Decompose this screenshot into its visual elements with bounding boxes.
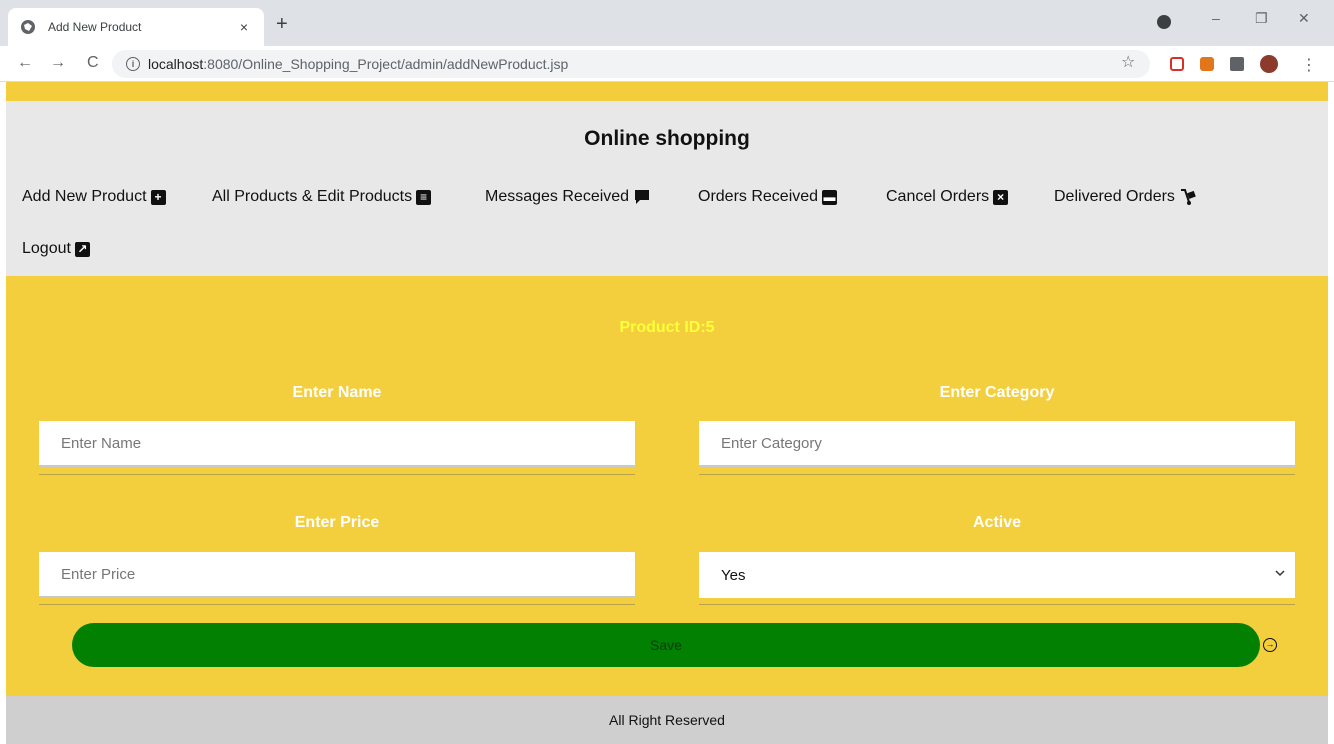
category-label: Enter Category — [939, 384, 1055, 401]
nav-label: Add New Product — [22, 188, 147, 205]
active-underline — [699, 604, 1295, 605]
footer-text: All Right Reserved — [609, 712, 725, 728]
site-header: Online shopping Add New Product + All Pr… — [6, 101, 1328, 276]
dolly-icon — [1179, 188, 1199, 206]
close-square-icon: × — [993, 189, 1009, 205]
comment-icon — [633, 189, 651, 205]
category-underline — [699, 474, 1295, 475]
name-input[interactable] — [39, 421, 635, 467]
nav-label: Cancel Orders — [886, 188, 990, 205]
browser-menu-icon[interactable]: ⋮ — [1301, 55, 1317, 75]
active-label: Active — [972, 514, 1022, 531]
nav-add-new-product[interactable]: Add New Product + — [22, 188, 166, 206]
product-id: Product ID:5 — [619, 319, 715, 336]
active-select[interactable]: Yes — [699, 552, 1295, 598]
list-icon: ≡ — [416, 189, 432, 205]
extensions-puzzle-icon[interactable] — [1230, 57, 1244, 71]
site-title: Online shopping — [584, 127, 750, 150]
nav-cancel-orders[interactable]: Cancel Orders × — [886, 188, 1009, 206]
window-close-icon[interactable]: ✕ — [1298, 10, 1310, 27]
tab-close-icon[interactable]: × — [236, 19, 252, 35]
back-icon[interactable]: ← — [17, 54, 33, 72]
browser-tab-bar: Add New Product × + – ❐ ✕ — [0, 0, 1334, 46]
category-input[interactable] — [699, 421, 1295, 467]
plus-square-icon: + — [150, 189, 166, 205]
footer: All Right Reserved — [6, 696, 1328, 744]
nav-delivered-orders[interactable]: Delivered Orders — [1054, 188, 1199, 206]
save-button[interactable]: Save — [72, 623, 1260, 667]
add-product-form: Product ID:5 Enter Name Enter Category E… — [6, 276, 1328, 696]
tab-title: Add New Product — [48, 20, 142, 34]
price-label: Enter Price — [294, 514, 380, 531]
nav-label: Orders Received — [698, 188, 819, 205]
restore-icon[interactable]: ❐ — [1255, 10, 1268, 27]
name-underline — [39, 474, 635, 475]
pocket-extension-icon[interactable] — [1170, 57, 1184, 71]
bookmark-star-icon[interactable]: ☆ — [1121, 52, 1135, 72]
page: Online shopping Add New Product + All Pr… — [6, 82, 1328, 744]
browser-tab[interactable]: Add New Product × — [8, 8, 264, 46]
archive-icon: ▬ — [822, 189, 838, 205]
nav-label: Delivered Orders — [1054, 188, 1175, 205]
nav-messages-received[interactable]: Messages Received — [485, 188, 651, 206]
price-underline — [39, 604, 635, 605]
active-select-value: Yes — [721, 566, 746, 584]
reload-icon[interactable]: C — [87, 54, 99, 72]
globe-icon — [20, 19, 36, 35]
arrow-circle-right-icon: → — [1263, 638, 1277, 652]
minimize-icon[interactable]: – — [1212, 10, 1220, 26]
chevron-down-icon — [1275, 566, 1285, 580]
url-path: :8080/Online_Shopping_Project/admin/addN… — [203, 56, 569, 72]
info-icon[interactable]: i — [126, 57, 140, 71]
share-square-icon: ↗ — [74, 241, 90, 257]
nav-label: Logout — [22, 240, 71, 257]
url-field[interactable]: i localhost :8080/Online_Shopping_Projec… — [112, 50, 1150, 78]
metamask-extension-icon[interactable] — [1200, 57, 1214, 71]
nav-logout[interactable]: Logout ↗ — [22, 240, 90, 258]
price-input[interactable] — [39, 552, 635, 598]
nav-label: All Products & Edit Products — [212, 188, 413, 205]
nav-label: Messages Received — [485, 188, 630, 205]
address-bar-row: ← → C i localhost :8080/Online_Shopping_… — [0, 46, 1334, 82]
url-host: localhost — [148, 56, 204, 72]
new-tab-icon[interactable]: + — [276, 14, 288, 34]
nav-orders-received[interactable]: Orders Received ▬ — [698, 188, 838, 206]
nav-all-products[interactable]: All Products & Edit Products ≡ — [212, 188, 432, 206]
name-label: Enter Name — [292, 384, 382, 401]
user-avatar[interactable] — [1260, 55, 1278, 73]
profile-icon[interactable] — [1157, 15, 1171, 29]
forward-icon[interactable]: → — [50, 54, 66, 72]
top-strip — [6, 82, 1328, 101]
